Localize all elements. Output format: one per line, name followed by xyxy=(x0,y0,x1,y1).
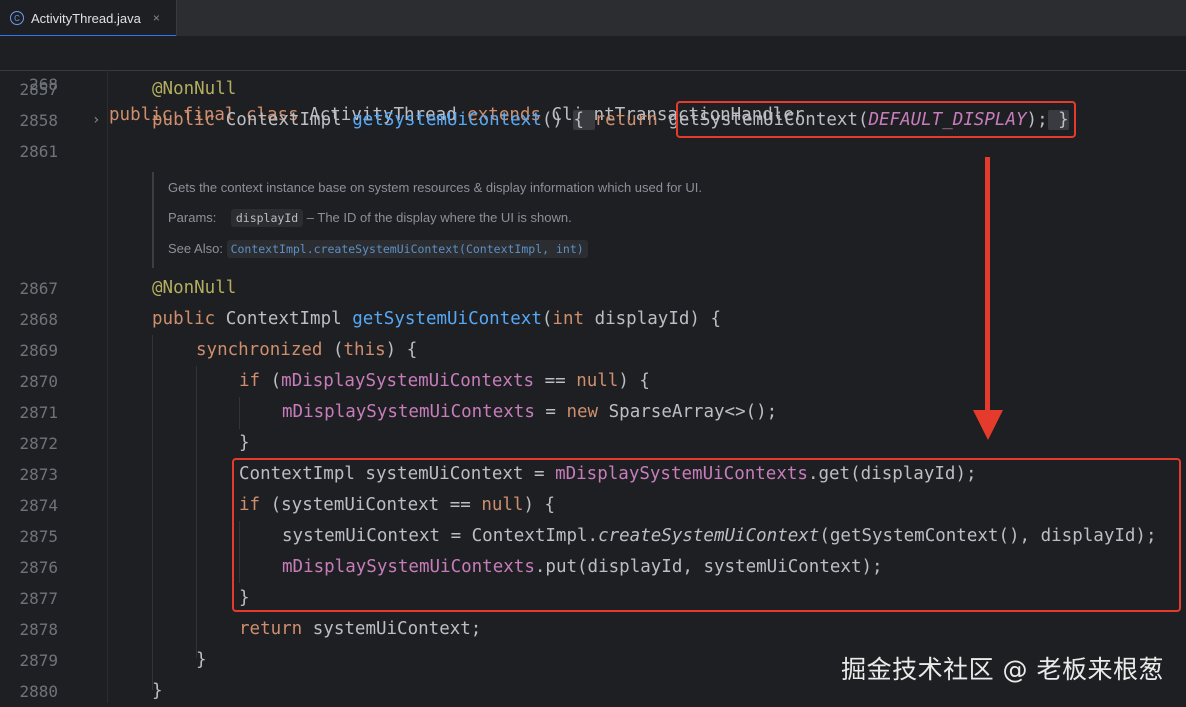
doc-see-also-row: See Also: ContextImpl.createSystemUiCont… xyxy=(168,240,588,258)
line-number: 2880 xyxy=(19,682,58,701)
sticky-class-header[interactable]: 268 public final class ActivityThread ex… xyxy=(0,36,1186,125)
fold-chevron-icon[interactable]: › xyxy=(92,105,100,136)
code-token: SparseArray<>(); xyxy=(608,402,778,422)
line-number: 2868 xyxy=(19,310,58,329)
line-number: 2878 xyxy=(19,620,58,639)
code-token: new xyxy=(566,402,609,422)
java-class-icon: C xyxy=(10,11,24,25)
code-token: } xyxy=(152,681,163,701)
code-line: 2870 if (mDisplaySystemUiContexts == null… xyxy=(0,366,1186,397)
doc-params-row: Params: displayId – The ID of the displa… xyxy=(168,209,572,227)
doc-param-desc: – The ID of the display where the UI is … xyxy=(303,210,572,225)
code-line: 2861 xyxy=(0,136,1186,167)
code-token: { xyxy=(573,110,595,130)
code-token: getSystemUiContext xyxy=(352,110,542,130)
code-text: @NonNull xyxy=(152,273,236,304)
code-line: 2878 return systemUiContext; xyxy=(0,614,1186,645)
doc-params-label: Params: xyxy=(168,210,217,225)
indent-guide xyxy=(152,335,153,690)
close-icon[interactable]: × xyxy=(153,11,160,25)
line-number: 2857 xyxy=(19,80,58,99)
code-line: 2867 @NonNull xyxy=(0,273,1186,304)
code-token: getSystemUiContext xyxy=(352,309,542,329)
doc-see-also-link[interactable]: ContextImpl.createSystemUiContext(Contex… xyxy=(226,240,588,258)
line-number: 2867 xyxy=(19,279,58,298)
code-token: return xyxy=(594,110,669,130)
code-token: ( xyxy=(270,371,282,391)
tab-title: ActivityThread.java xyxy=(31,10,141,26)
code-token: mDisplaySystemUiContexts xyxy=(282,402,535,422)
doc-param-name: displayId xyxy=(230,209,304,227)
code-token: null xyxy=(576,371,619,391)
tab-activitythread-java[interactable]: C ActivityThread.java × xyxy=(0,0,177,37)
code-token: return xyxy=(239,619,313,639)
arrow-down-icon xyxy=(973,410,1003,440)
code-token: ( xyxy=(332,340,344,360)
line-number: 2873 xyxy=(19,465,58,484)
code-token: int xyxy=(552,309,595,329)
doc-see-also-label: See Also: xyxy=(168,241,223,256)
line-number: 2875 xyxy=(19,527,58,546)
code-token: ) { xyxy=(618,371,650,391)
line-number: 2870 xyxy=(19,372,58,391)
indent-guide xyxy=(196,366,197,658)
code-line: 2871 mDisplaySystemUiContexts = new Spars… xyxy=(0,397,1186,428)
code-line: 2872} xyxy=(0,428,1186,459)
line-number: 2871 xyxy=(19,403,58,422)
code-token: mDisplaySystemUiContexts xyxy=(281,371,535,391)
editor-tab-bar: C ActivityThread.java × xyxy=(0,0,1186,37)
code-token: if xyxy=(239,371,271,391)
line-number: 2879 xyxy=(19,651,58,670)
code-line: 2869 synchronized (this) { xyxy=(0,335,1186,366)
code-token: } xyxy=(196,650,207,670)
code-token: ContextImpl xyxy=(225,309,353,329)
code-token: displayId) { xyxy=(594,309,721,329)
code-text: synchronized (this) { xyxy=(196,335,417,366)
code-token: synchronized xyxy=(196,340,333,360)
line-number: 2872 xyxy=(19,434,58,453)
code-token: public xyxy=(152,309,226,329)
code-token: ContextImpl xyxy=(225,110,353,130)
code-text: return systemUiContext; xyxy=(239,614,481,645)
line-number: 2874 xyxy=(19,496,58,515)
indent-guide xyxy=(239,397,240,429)
code-token: this xyxy=(343,340,386,360)
code-text: } xyxy=(239,428,250,459)
line-number: 2861 xyxy=(19,142,58,161)
highlight-box-context-cache xyxy=(232,458,1181,612)
code-text: public ContextImpl getSystemUiContext(in… xyxy=(152,304,721,335)
line-number: 2877 xyxy=(19,589,58,608)
line-number: 2869 xyxy=(19,341,58,360)
doc-summary: Gets the context instance base on system… xyxy=(168,180,702,195)
code-token: systemUiContext; xyxy=(312,619,482,639)
code-text: mDisplaySystemUiContexts = new SparseArr… xyxy=(282,397,777,428)
code-token: ) { xyxy=(385,340,418,360)
code-line: 2868 public ContextImpl getSystemUiContex… xyxy=(0,304,1186,335)
code-token: = xyxy=(534,402,567,422)
line-number: 2858 xyxy=(19,111,58,130)
sticky-line: 268 public final class ActivityThread ex… xyxy=(0,38,1186,125)
code-token: ( xyxy=(541,309,553,329)
code-text: @NonNull xyxy=(152,74,236,105)
code-token: == xyxy=(534,371,577,391)
arrow-shaft xyxy=(985,157,990,412)
code-text: } xyxy=(152,676,163,707)
code-token: public xyxy=(152,110,226,130)
code-text: if (mDisplaySystemUiContexts == null) { xyxy=(239,366,650,397)
code-token: @NonNull xyxy=(152,278,237,298)
code-token: @NonNull xyxy=(152,79,237,99)
code-token: } xyxy=(239,433,250,453)
javadoc-block: Gets the context instance base on system… xyxy=(152,172,774,268)
highlight-box-return-call xyxy=(676,101,1076,138)
code-token: () xyxy=(541,110,574,130)
code-text: } xyxy=(196,645,207,676)
watermark: 掘金技术社区 @ 老板来根葱 xyxy=(841,655,1164,684)
line-number: 2876 xyxy=(19,558,58,577)
